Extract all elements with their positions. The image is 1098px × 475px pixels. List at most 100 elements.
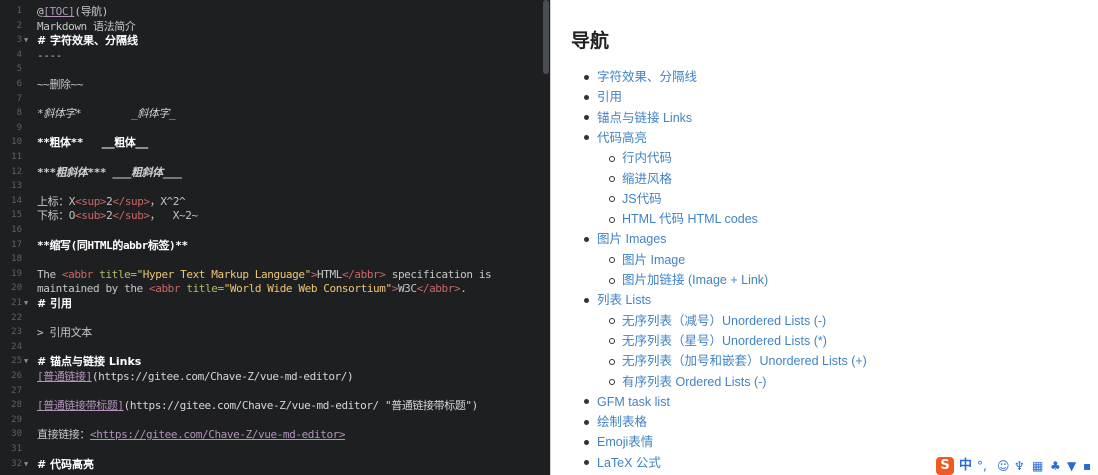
toc-link[interactable]: 列表 Lists: [597, 292, 651, 308]
editor-line[interactable]: 8 *斜体字* _斜体字_: [0, 108, 550, 119]
toc-bullet: [584, 460, 589, 466]
toc-link[interactable]: 引用: [597, 89, 622, 105]
shirt-icon[interactable]: ▼: [1067, 458, 1076, 474]
editor-line[interactable]: 31: [0, 444, 550, 455]
editor-line[interactable]: 24: [0, 342, 550, 353]
editor-line[interactable]: 9: [0, 123, 550, 134]
editor-line[interactable]: 5: [0, 64, 550, 75]
editor-line[interactable]: 25 ▼ # 锚点与链接 Links: [0, 356, 550, 367]
toc-link[interactable]: 图片 Images: [597, 231, 666, 247]
toc-link[interactable]: 行内代码: [622, 150, 672, 166]
code-token: (导航): [74, 5, 109, 18]
fold-toggle-icon[interactable]: ▼: [24, 35, 28, 46]
line-number: 16: [11, 225, 22, 235]
editor-line[interactable]: 12 ***粗斜体*** ___粗斜体___: [0, 167, 550, 178]
code-token: 直接链接：: [37, 428, 90, 442]
ime-toolbar[interactable]: S 中 °, ☺ ♆ ▦ ♣ ▼ ▪: [935, 456, 1098, 475]
line-number: 11: [11, 152, 22, 162]
editor-line[interactable]: 30 直接链接：<https://gitee.com/Chave-Z/vue-md…: [0, 429, 550, 440]
line-number: 20: [11, 283, 22, 294]
toc-link[interactable]: 缩进风格: [622, 171, 672, 187]
editor-line-text: ----: [37, 50, 62, 61]
toc-bullet: [584, 94, 589, 100]
toc-bullet: [609, 196, 615, 203]
editor-line[interactable]: 22: [0, 313, 550, 324]
line-number: 12: [11, 166, 22, 177]
line-number: 25: [11, 356, 22, 367]
editor-line[interactable]: 26 [普通链接](https://gitee.com/Chave-Z/vue-m…: [0, 371, 550, 382]
markdown-editor[interactable]: 1 @[TOC](导航) 2 Markdown 语法简介 3 ▼ # 字符效果、分隔线 4 --…: [0, 0, 550, 475]
editor-line[interactable]: 13: [0, 181, 550, 192]
fold-toggle-icon[interactable]: ▼: [24, 356, 28, 367]
user-icon[interactable]: ♣: [1050, 458, 1061, 474]
toc-link[interactable]: 有序列表 Ordered Lists (-): [622, 374, 766, 390]
line-number: 18: [11, 254, 22, 265]
toc-link[interactable]: 图片加链接 (Image + Link): [622, 272, 768, 288]
editor-line[interactable]: 4 ----: [0, 50, 550, 61]
toc-link[interactable]: 无序列表（加号和嵌套）Unordered Lists (+): [622, 353, 867, 369]
editor-line[interactable]: 23 > 引用文本: [0, 327, 550, 338]
line-number: 28: [11, 400, 22, 411]
editor-line[interactable]: 28 [普通链接带标题](https://gitee.com/Chave-Z/vu…: [0, 400, 550, 411]
editor-line[interactable]: 32 ▼ # 代码高亮: [0, 459, 550, 470]
editor-line[interactable]: 16: [0, 225, 550, 236]
editor-line-text: **缩写(同HTML的abbr标签)**: [37, 240, 188, 251]
ime-language-toggle[interactable]: 中: [959, 457, 972, 475]
punctuation-icon[interactable]: °,: [977, 458, 987, 474]
line-number: 27: [11, 385, 22, 396]
line-number: 7: [16, 93, 22, 104]
editor-line[interactable]: 19 The <abbr title="Hyper Text Markup Lan…: [0, 269, 550, 280]
line-number: 15: [11, 210, 22, 221]
fold-toggle-icon[interactable]: ▼: [24, 459, 28, 470]
editor-line[interactable]: 21 ▼ # 引用: [0, 298, 550, 309]
editor-line-text: maintained by the <abbr title="World Wid…: [37, 282, 467, 296]
editor-line[interactable]: 1 @[TOC](导航): [0, 6, 550, 17]
editor-line[interactable]: 6 ~~删除~~: [0, 79, 550, 90]
toc-link[interactable]: GFM task list: [597, 394, 670, 410]
emoji-icon[interactable]: ☺: [997, 458, 1010, 474]
editor-line[interactable]: 20 maintained by the <abbr title="World W…: [0, 283, 550, 294]
sogou-logo-icon[interactable]: S: [936, 457, 954, 475]
toc-link[interactable]: 字符效果、分隔线: [597, 69, 697, 85]
keyboard-icon[interactable]: ▦: [1032, 458, 1043, 474]
line-number: 14: [11, 195, 22, 206]
code-token: # 锚点与链接 Links: [37, 355, 142, 369]
editor-line[interactable]: 18: [0, 254, 550, 265]
line-number: 5: [16, 64, 22, 75]
microphone-icon[interactable]: ♆: [1014, 458, 1025, 474]
code-token: <https://gitee.com/Chave-Z/vue-md-editor…: [90, 428, 346, 442]
toc-link[interactable]: 无序列表（减号）Unordered Lists (-): [622, 313, 826, 329]
toc-bullet: [584, 74, 589, 80]
toc-link[interactable]: 无序列表（星号）Unordered Lists (*): [622, 333, 827, 349]
code-token: # 引用: [37, 297, 73, 310]
code-token: **粗体** __粗体__: [37, 136, 148, 150]
toc-link[interactable]: LaTeX 公式: [597, 455, 661, 471]
editor-line[interactable]: 27: [0, 386, 550, 397]
toc-link[interactable]: Emoji表情: [597, 434, 653, 450]
grid-icon[interactable]: ▪: [1083, 458, 1091, 474]
editor-line[interactable]: 17 **缩写(同HTML的abbr标签)**: [0, 240, 550, 251]
code-token: <abbr: [149, 282, 187, 296]
code-token: </sub>: [112, 209, 150, 223]
toc-link[interactable]: HTML 代码 HTML codes: [622, 211, 758, 227]
toc-bullet: [609, 155, 615, 162]
code-token: </abbr>: [341, 267, 386, 281]
editor-scrollbar-thumb[interactable]: [543, 0, 549, 74]
editor-line[interactable]: 10 **粗体** __粗体__: [0, 137, 550, 148]
toc-link[interactable]: 代码高亮: [597, 130, 647, 146]
editor-line-text: 上标：X<sup>2</sup>，X^2^: [37, 196, 186, 207]
editor-line[interactable]: 3 ▼ # 字符效果、分隔线: [0, 35, 550, 46]
fold-toggle-icon[interactable]: ▼: [24, 298, 28, 309]
code-token: W3C: [397, 282, 417, 296]
toc-link[interactable]: JS代码: [622, 191, 662, 207]
editor-line[interactable]: 2 Markdown 语法简介: [0, 21, 550, 32]
code-token: "World Wide Web Consortium": [223, 282, 392, 296]
editor-line[interactable]: 14 上标：X<sup>2</sup>，X^2^: [0, 196, 550, 207]
toc-link[interactable]: 图片 Image: [622, 252, 685, 268]
toc-link[interactable]: 绘制表格: [597, 414, 647, 430]
editor-line[interactable]: 11: [0, 152, 550, 163]
editor-line[interactable]: 7: [0, 94, 550, 105]
editor-line[interactable]: 15 下标：O<sub>2</sub>， X~2~: [0, 210, 550, 221]
editor-line[interactable]: 29: [0, 415, 550, 426]
toc-link[interactable]: 锚点与链接 Links: [597, 110, 692, 126]
